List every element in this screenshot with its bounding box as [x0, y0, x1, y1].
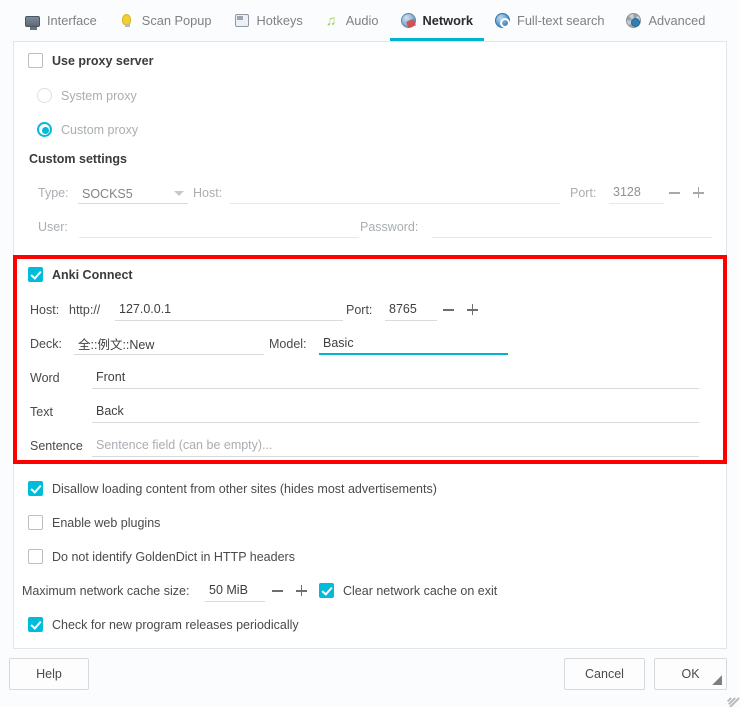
anki-model-input[interactable]: [319, 335, 508, 355]
help-button[interactable]: Help: [9, 658, 89, 690]
tab-label: Full-text search: [517, 13, 604, 28]
cache-size-stepper[interactable]: [269, 582, 310, 599]
tab-label: Audio: [346, 13, 379, 28]
cache-size-input[interactable]: [205, 582, 265, 602]
proxy-port-label: Port:: [570, 186, 596, 200]
anki-text-label: Text: [30, 405, 53, 419]
magnifier-icon: [495, 13, 510, 28]
anki-host-scheme: http://: [69, 303, 100, 317]
enable-web-plugins-row[interactable]: Enable web plugins: [28, 515, 160, 530]
anki-word-label: Word: [30, 371, 60, 385]
system-proxy-row[interactable]: System proxy: [37, 88, 137, 103]
tab-label: Interface: [47, 13, 97, 28]
clear-cache-on-exit-row[interactable]: Clear network cache on exit: [319, 583, 497, 598]
proxy-port-input[interactable]: [609, 184, 664, 204]
enable-web-plugins-checkbox[interactable]: [28, 515, 43, 530]
cache-size-decrement-icon[interactable]: [269, 582, 286, 599]
anki-text-input[interactable]: [92, 403, 699, 423]
system-proxy-radio[interactable]: [37, 88, 52, 103]
tab-label: Network: [423, 13, 474, 28]
monitor-icon: [25, 16, 40, 27]
anki-word-input[interactable]: [92, 369, 699, 389]
tab-audio[interactable]: Audio: [314, 0, 390, 41]
resize-grip[interactable]: [723, 684, 739, 700]
use-proxy-server-row[interactable]: Use proxy server: [28, 53, 153, 68]
anki-connect-checkbox[interactable]: [28, 267, 43, 282]
anki-sentence-input[interactable]: [92, 437, 699, 457]
proxy-host-label: Host:: [193, 186, 222, 200]
anki-model-label: Model:: [269, 337, 307, 351]
anki-port-decrement-icon[interactable]: [440, 301, 457, 318]
do-not-identify-checkbox[interactable]: [28, 549, 43, 564]
lightbulb-icon: [119, 13, 135, 29]
disallow-other-sites-row[interactable]: Disallow loading content from other site…: [28, 481, 437, 496]
anki-host-label: Host:: [30, 303, 59, 317]
check-releases-row[interactable]: Check for new program releases periodica…: [28, 617, 299, 632]
do-not-identify-row[interactable]: Do not identify GoldenDict in HTTP heade…: [28, 549, 295, 564]
custom-settings-heading: Custom settings: [29, 152, 127, 166]
clear-cache-on-exit-checkbox[interactable]: [319, 583, 334, 598]
disallow-other-sites-label: Disallow loading content from other site…: [52, 482, 437, 496]
settings-tab-bar: Interface Scan Popup Hotkeys Audio Netwo…: [0, 0, 740, 41]
anki-deck-input[interactable]: [74, 335, 264, 355]
proxy-user-label: User:: [38, 220, 68, 234]
system-proxy-label: System proxy: [61, 89, 137, 103]
proxy-password-label: Password:: [360, 220, 418, 234]
globe-icon: [401, 13, 416, 28]
do-not-identify-label: Do not identify GoldenDict in HTTP heade…: [52, 550, 295, 564]
use-proxy-server-checkbox[interactable]: [28, 53, 43, 68]
music-note-icon: [325, 15, 339, 29]
proxy-port-decrement-icon[interactable]: [666, 184, 683, 201]
anki-port-increment-icon[interactable]: [464, 301, 481, 318]
proxy-type-value: SOCKS5: [82, 187, 133, 201]
tab-full-text-search[interactable]: Full-text search: [484, 0, 615, 41]
cache-size-increment-icon[interactable]: [293, 582, 310, 599]
use-proxy-server-label: Use proxy server: [52, 54, 153, 68]
tab-label: Hotkeys: [257, 13, 303, 28]
anki-sentence-label: Sentence: [30, 439, 83, 453]
proxy-type-label: Type:: [38, 186, 69, 200]
enable-web-plugins-label: Enable web plugins: [52, 516, 160, 530]
disallow-other-sites-checkbox[interactable]: [28, 481, 43, 496]
tab-advanced[interactable]: Advanced: [615, 0, 716, 41]
tab-label: Advanced: [648, 13, 705, 28]
tab-interface[interactable]: Interface: [14, 0, 108, 41]
check-releases-label: Check for new program releases periodica…: [52, 618, 299, 632]
anki-connect-row[interactable]: Anki Connect: [28, 267, 133, 282]
keyboard-icon: [234, 13, 250, 29]
tab-scan-popup[interactable]: Scan Popup: [108, 0, 223, 41]
network-settings-panel: Use proxy server System proxy Custom pro…: [13, 41, 727, 649]
proxy-user-input[interactable]: [79, 218, 359, 238]
anki-port-label: Port:: [346, 303, 372, 317]
anki-deck-label: Deck:: [30, 337, 62, 351]
custom-proxy-radio[interactable]: [37, 122, 52, 137]
chevron-down-icon: [174, 191, 184, 196]
tab-network[interactable]: Network: [390, 0, 485, 41]
proxy-type-select[interactable]: SOCKS5: [78, 184, 188, 204]
anki-connect-label: Anki Connect: [52, 268, 133, 282]
proxy-host-input[interactable]: [230, 184, 560, 204]
tab-label: Scan Popup: [142, 13, 212, 28]
anki-host-input[interactable]: [115, 301, 343, 321]
cancel-button[interactable]: Cancel: [564, 658, 645, 690]
tab-hotkeys[interactable]: Hotkeys: [223, 0, 314, 41]
clear-cache-on-exit-label: Clear network cache on exit: [343, 584, 497, 598]
ok-button[interactable]: OK: [654, 658, 727, 690]
check-releases-checkbox[interactable]: [28, 617, 43, 632]
proxy-password-input[interactable]: [432, 218, 712, 238]
anki-port-input[interactable]: [385, 301, 437, 321]
proxy-port-increment-icon[interactable]: [690, 184, 707, 201]
proxy-port-stepper[interactable]: [666, 184, 707, 201]
custom-proxy-label: Custom proxy: [61, 123, 138, 137]
gear-icon: [626, 13, 641, 28]
anki-port-stepper[interactable]: [440, 301, 481, 318]
custom-proxy-row[interactable]: Custom proxy: [37, 122, 138, 137]
cache-size-label: Maximum network cache size:: [22, 584, 189, 598]
